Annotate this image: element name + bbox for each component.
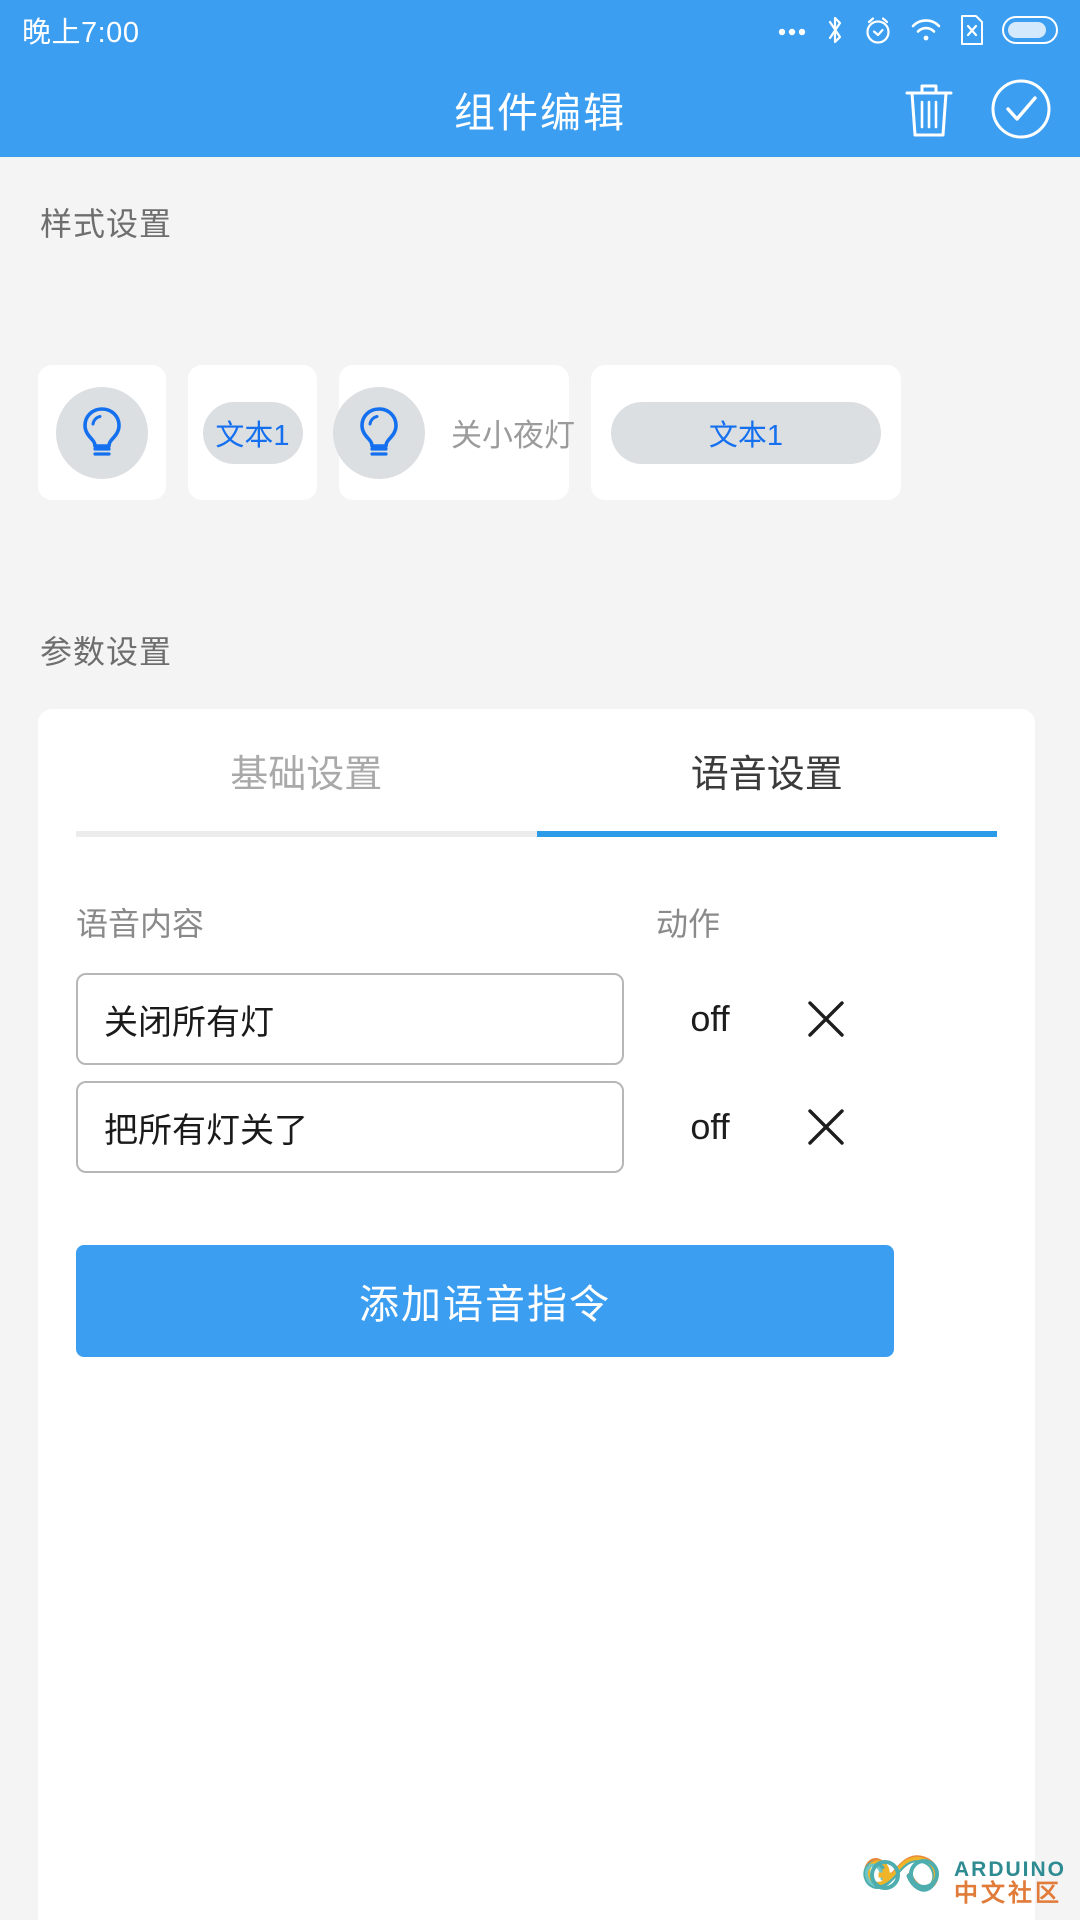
style-preview-card-icon[interactable] [38,365,166,500]
alarm-icon [863,14,893,46]
app-bar-actions [903,78,1052,140]
column-header-voice: 语音内容 [76,906,205,942]
close-x-icon[interactable] [786,1104,866,1150]
tab-voice-settings[interactable]: 语音设置 [537,709,998,831]
param-panel: 基础设置 语音设置 语音内容 动作 off off [38,709,1035,1920]
battery-icon [1002,16,1058,44]
style-section-title: 样式设置 [40,206,173,242]
content-area: 样式设置 文本1 关小夜灯 文本1 参数设置 基础设置 语音设置 语音内容 动作… [0,157,1080,1920]
voice-content-input[interactable] [76,973,624,1065]
arduino-community-watermark: ARDUINO 中文社区 [858,1845,1066,1910]
check-circle-icon[interactable] [990,78,1052,140]
table-row: off [76,1081,997,1173]
status-bar: 晚上7:00 [0,0,1080,60]
arduino-infinity-logo-icon [858,1845,950,1910]
watermark-cn: 中文社区 [954,1879,1062,1907]
wifi-icon [910,17,942,43]
close-x-icon[interactable] [786,996,866,1042]
tab-track [76,831,997,837]
more-dots-icon [777,24,807,36]
trash-icon[interactable] [903,80,955,138]
voice-action-value[interactable]: off [644,998,776,1040]
table-row: off [76,973,997,1065]
param-section-title: 参数设置 [40,634,173,670]
lightbulb-icon [356,405,402,461]
bluetooth-icon [824,14,846,46]
status-time: 晚上7:00 [22,17,140,49]
add-voice-command-button[interactable]: 添加语音指令 [76,1245,894,1357]
icon-circle [333,386,425,479]
voice-action-value[interactable]: off [644,1106,776,1148]
app-bar: 组件编辑 [0,60,1080,157]
tab-active-indicator [536,831,997,837]
tab-basic-settings[interactable]: 基础设置 [76,709,537,831]
voice-command-list: off off [76,973,997,1173]
icon-circle [56,386,148,479]
watermark-text: ARDUINO 中文社区 [954,1857,1066,1910]
sim-card-off-icon [959,14,985,46]
lightbulb-icon [79,405,125,461]
style-preview-card-pill[interactable]: 文本1 [188,365,317,500]
column-header-action: 动作 [656,906,721,942]
tab-bar: 基础设置 语音设置 [38,709,1035,831]
style-preview-card-icon-text[interactable]: 关小夜灯 [333,365,575,500]
style-preview-list[interactable]: 文本1 关小夜灯 文本1 [0,365,1080,500]
voice-table-header: 语音内容 动作 [76,899,997,945]
style-preview-wide-pill-label: 文本1 [611,401,881,464]
voice-content-input[interactable] [76,1081,624,1173]
style-preview-pill-label: 文本1 [202,401,303,464]
style-preview-card-wide-pill[interactable]: 文本1 [591,365,901,500]
watermark-en: ARDUINO [954,1857,1066,1881]
style-preview-card-label: 关小夜灯 [451,418,575,453]
status-icon-tray [777,14,1058,46]
